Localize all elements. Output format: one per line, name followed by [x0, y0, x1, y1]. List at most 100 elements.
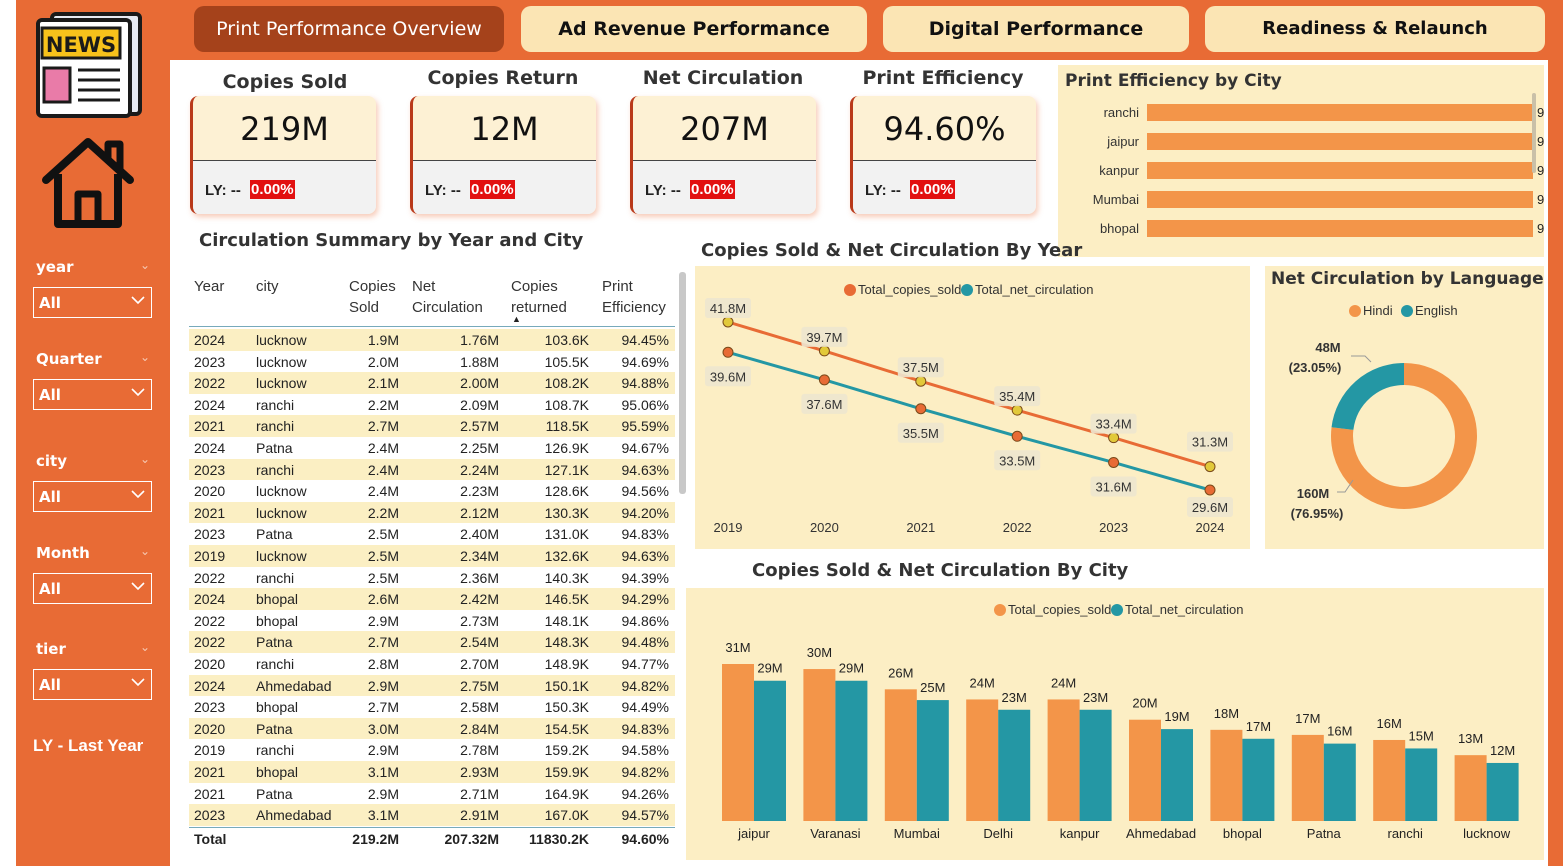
table-cell: 3.1M [367, 764, 399, 780]
table-row[interactable]: 2023 lucknow 2.0M 1.88M 105.5K 94.69% [189, 351, 675, 373]
table-row[interactable]: 2021 lucknow 2.2M 2.12M 130.3K 94.20% [189, 501, 675, 524]
column-header[interactable]: Year [194, 276, 224, 297]
legend-label: Hindi [1363, 303, 1393, 318]
language-donut-chart: Hindi English 160M (76.95%) 48M (23.05%) [1289, 303, 1477, 521]
legend-marker [994, 604, 1006, 616]
table-row[interactable]: 2020 lucknow 2.4M 2.23M 128.6K 94.56% [189, 480, 675, 502]
data-label: 37.5M [903, 360, 939, 375]
table-row[interactable]: 2023 bhopal 2.7M 2.58M 150.3K 94.49% [189, 696, 675, 718]
table-row[interactable]: 2024 Ahmedabad 2.9M 2.75M 150.1K 94.82% [189, 674, 675, 697]
table-cell: 94.26% [621, 785, 669, 802]
x-tick-label: 2019 [714, 520, 743, 535]
bar [1454, 755, 1487, 821]
bar [916, 700, 949, 821]
legend-label: Total_copies_sold [1008, 602, 1111, 617]
table-cell: 2.54M [460, 634, 499, 651]
bar [1129, 719, 1161, 821]
table-cell: 108.7K [544, 396, 589, 413]
table-cell: 2019 [194, 548, 226, 564]
data-point [1108, 432, 1120, 444]
chevron-down-icon [131, 296, 145, 305]
table-total-row: Total 219.2M 207.32M 11830.2K 94.60% [189, 828, 675, 850]
table-row[interactable]: 2019 lucknow 2.5M 2.34M 132.6K 94.63% [189, 545, 675, 567]
bar [1486, 762, 1519, 821]
tab-digital-performance[interactable]: Digital Performance [883, 6, 1189, 52]
table-row[interactable]: 2022 ranchi 2.5M 2.36M 140.3K 94.39% [189, 567, 675, 589]
data-label: 29M [839, 661, 864, 676]
table-cell: 2023 [194, 807, 226, 824]
table-cell: 94.20% [621, 504, 669, 521]
x-tick-label: 2024 [1196, 520, 1225, 535]
x-tick-label: 2021 [906, 520, 935, 535]
bar [1210, 729, 1243, 821]
table-row[interactable]: 2022 Patna 2.7M 2.54M 148.3K 94.48% [189, 631, 675, 653]
table-cell: 2.75M [460, 677, 499, 694]
scrollbar[interactable] [1532, 93, 1536, 173]
month-dropdown[interactable]: All [33, 573, 152, 604]
table-row[interactable]: 2022 lucknow 2.1M 2.00M 108.2K 94.88% [189, 372, 675, 394]
tab-ad-revenue[interactable]: Ad Revenue Performance [521, 6, 867, 52]
column-header[interactable]: city [256, 276, 279, 297]
year-dropdown[interactable]: All [33, 287, 152, 318]
table-cell: 2023 [194, 526, 226, 543]
table-row[interactable]: 2024 Patna 2.4M 2.25M 126.9K 94.67% [189, 437, 675, 459]
table-cell: 2020 [194, 720, 226, 737]
tab-print-performance[interactable]: Print Performance Overview [194, 6, 504, 52]
column-header[interactable]: Net Circulation [412, 276, 483, 318]
table-cell: 2021 [194, 504, 226, 521]
table-row[interactable]: 2023 Ahmedabad 3.1M 2.91M 167.0K 94.57% [189, 804, 675, 826]
table-cell: 2023 [194, 699, 226, 716]
data-point [818, 374, 830, 386]
table-cell: 11830.2K [529, 830, 589, 847]
kpi-ly-pct: 0.00% [470, 180, 515, 199]
category-label: Mumbai [1093, 192, 1139, 207]
kpi-footer: LY: -- 0.00% [193, 160, 376, 214]
data-label: 35.4M [999, 389, 1035, 404]
table-row[interactable]: 2023 Patna 2.5M 2.40M 131.0K 94.83% [189, 523, 675, 545]
slice-percent-label: (76.95%) [1291, 506, 1344, 521]
tab-readiness[interactable]: Readiness & Relaunch Prioritization [1205, 6, 1545, 85]
table-cell: 3.0M [367, 720, 399, 737]
newspaper-icon: NEWS [34, 10, 144, 120]
table-row[interactable]: 2024 lucknow 1.9M 1.76M 103.6K 94.45% [189, 329, 675, 351]
legend-marker [961, 284, 973, 296]
quarter-dropdown[interactable]: All [33, 379, 152, 410]
table-row[interactable]: 2021 ranchi 2.7M 2.57M 118.5K 95.59% [189, 415, 675, 437]
table-cell: 2.12M [460, 504, 499, 521]
home-icon[interactable] [38, 132, 138, 232]
tier-dropdown[interactable]: All [33, 669, 152, 700]
table-row[interactable]: 2023 ranchi 2.4M 2.24M 127.1K 94.63% [189, 458, 675, 481]
table-cell: 2020 [194, 656, 226, 672]
table-row[interactable]: 2021 bhopal 3.1M 2.93M 159.9K 94.82% [189, 761, 675, 783]
legend-label: Total_net_circulation [1125, 602, 1244, 617]
kpi-value: 94.60% [883, 110, 1006, 148]
x-tick-label: Varanasi [810, 826, 860, 841]
city-dropdown[interactable]: All [33, 481, 152, 512]
table-row[interactable]: 2020 Patna 3.0M 2.84M 154.5K 94.83% [189, 717, 675, 740]
bar [1242, 738, 1275, 821]
column-header[interactable]: Copies Sold [349, 276, 396, 318]
table-row[interactable]: 2019 ranchi 2.9M 2.78M 159.2K 94.58% [189, 739, 675, 761]
efficiency-bar-chart: ranchi 94.84% jaipur 94.81% kanpur 94.75% Mumb… [1093, 104, 1544, 237]
table-row[interactable]: 2024 ranchi 2.2M 2.09M 108.7K 95.06% [189, 394, 675, 416]
table-row[interactable]: 2020 ranchi 2.8M 2.70M 148.9K 94.77% [189, 653, 675, 675]
table-scrollbar[interactable] [679, 272, 686, 494]
column-header[interactable]: Print Efficiency [602, 276, 666, 318]
table-cell: 131.0K [544, 526, 589, 543]
table-cell: 94.58% [621, 742, 669, 759]
table-cell: 94.29% [621, 591, 669, 608]
table-cell: 2021 [194, 418, 226, 435]
column-header[interactable]: Copies returned [511, 276, 567, 318]
legend-label: Total_net_circulation [975, 282, 1094, 297]
bar [1405, 748, 1438, 821]
table-row[interactable]: 2024 bhopal 2.6M 2.42M 146.5K 94.29% [189, 588, 675, 610]
table-cell: 2.2M [367, 504, 399, 521]
table-cell: 2.23M [460, 483, 499, 500]
table-cell: 2022 [194, 612, 226, 629]
table-cell: 2.91M [460, 807, 499, 824]
table-row[interactable]: 2021 Patna 2.9M 2.71M 164.9K 94.26% [189, 783, 675, 805]
table-cell: 2023 [194, 461, 226, 478]
table-row[interactable]: 2022 bhopal 2.9M 2.73M 148.1K 94.86% [189, 610, 675, 632]
chevron-down-icon [131, 678, 145, 687]
table-cell: 148.3K [544, 634, 589, 651]
